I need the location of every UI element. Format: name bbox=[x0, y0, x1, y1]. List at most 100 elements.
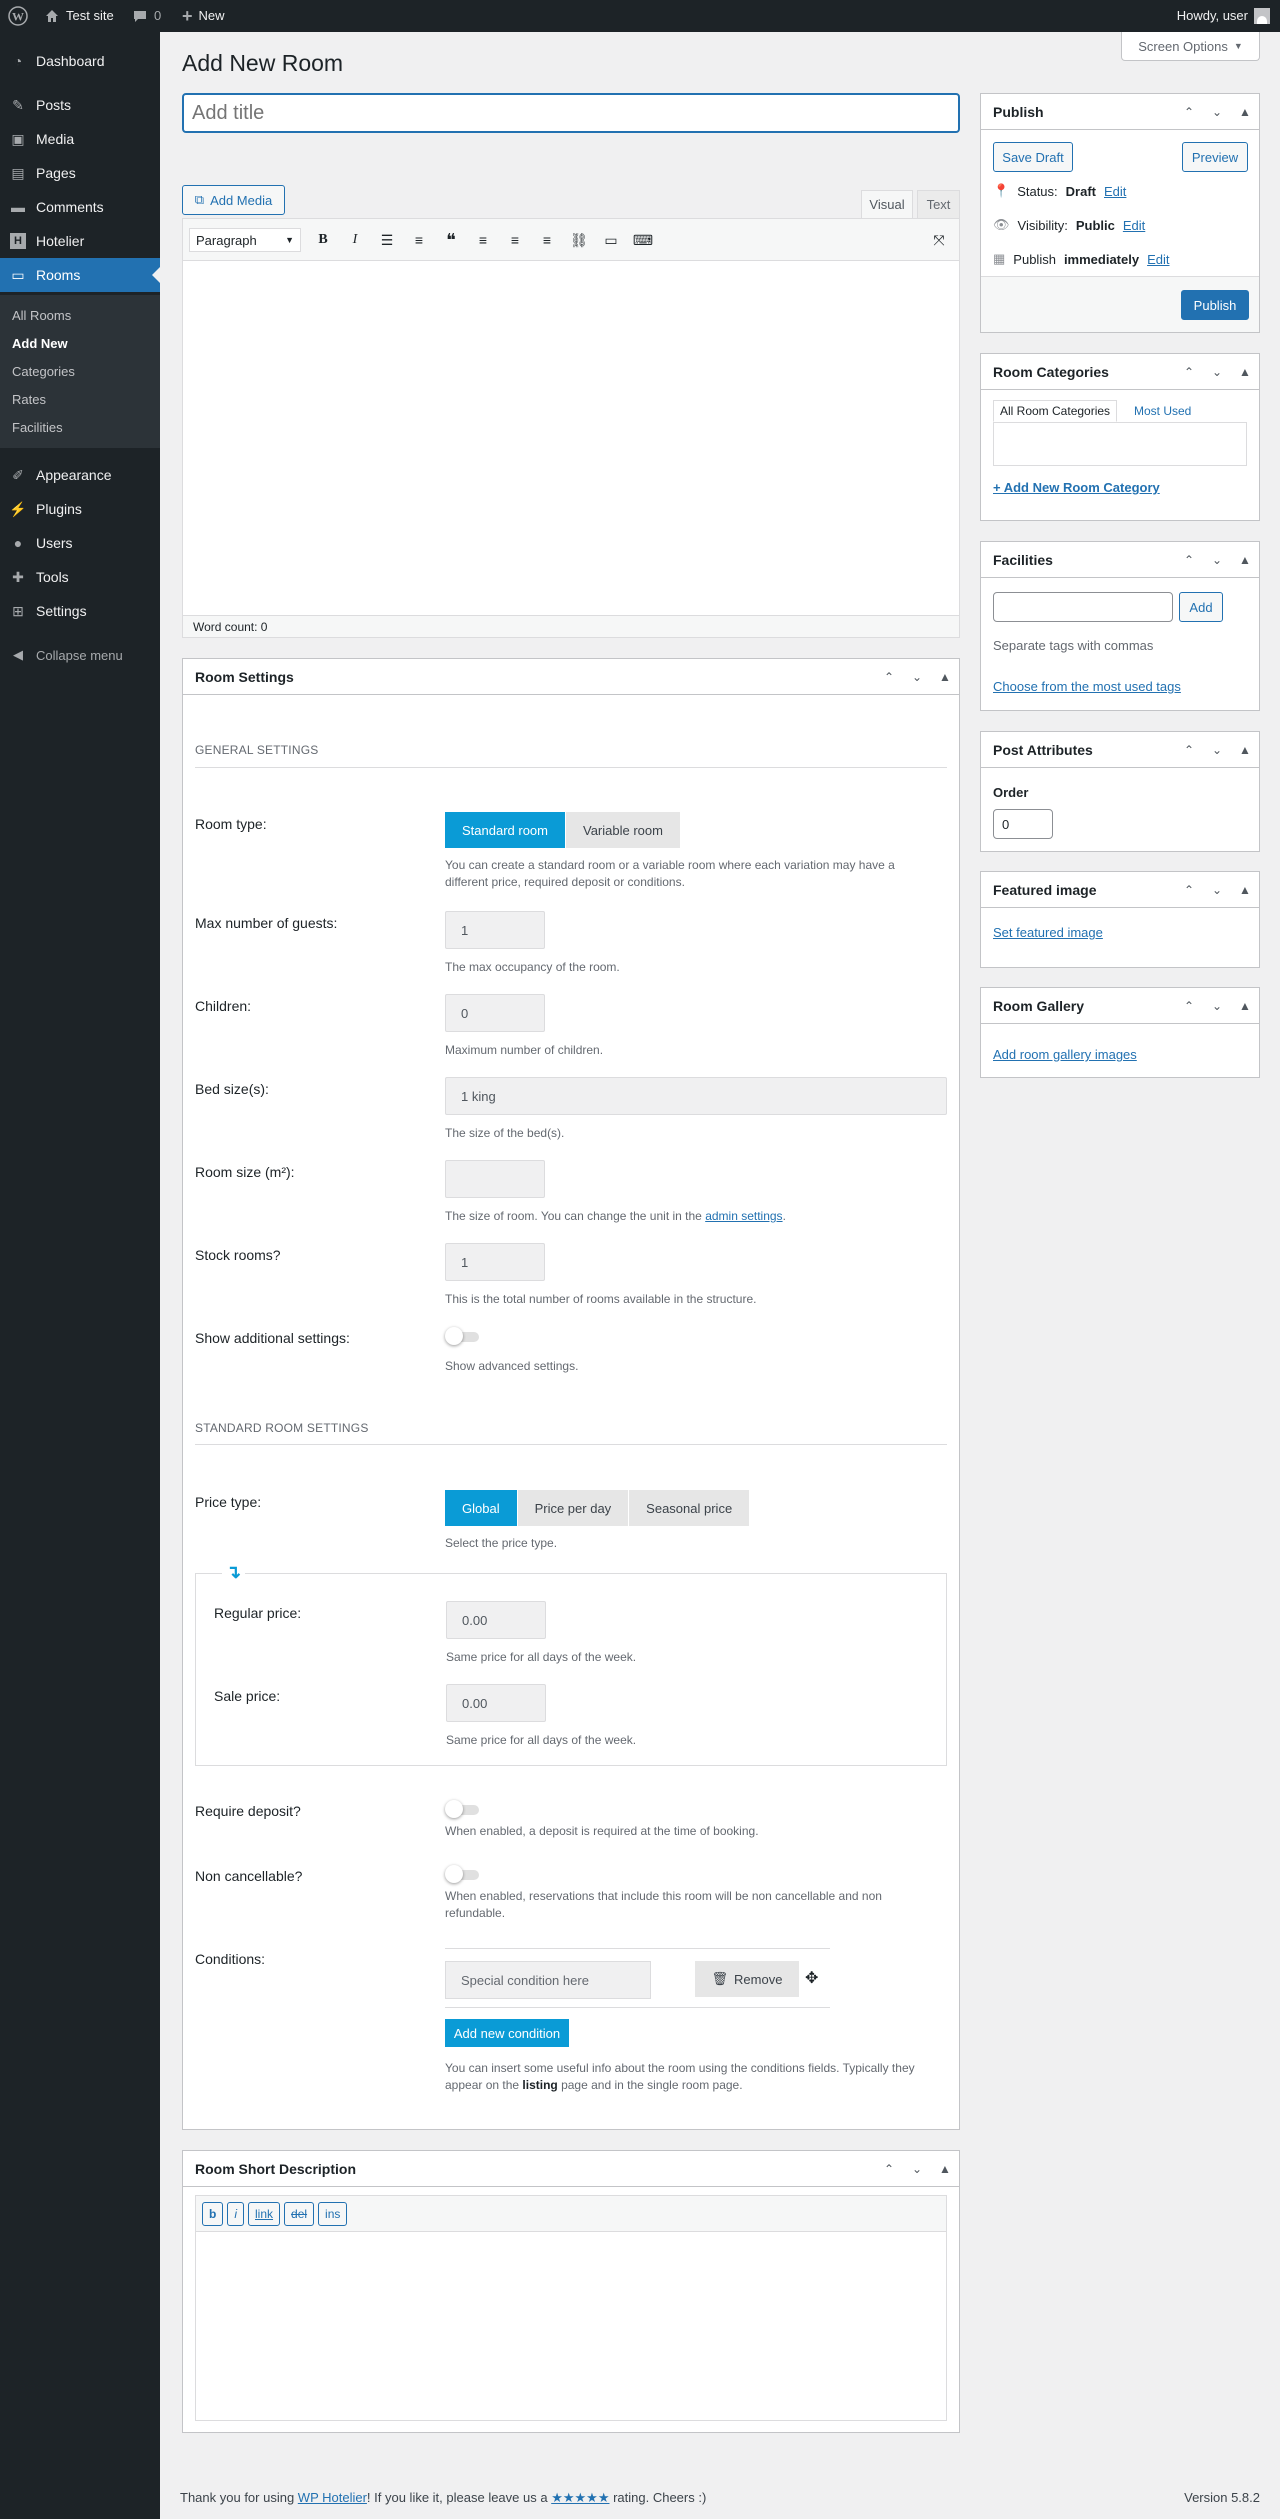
children-input[interactable]: 0 bbox=[445, 994, 545, 1032]
menu-appearance[interactable]: ✐ Appearance bbox=[0, 458, 160, 492]
chevron-up-icon[interactable]: ⌃ bbox=[1175, 542, 1203, 578]
site-name-link[interactable]: Test site bbox=[44, 0, 114, 32]
submenu-categories[interactable]: Categories bbox=[12, 364, 75, 379]
tab-text[interactable]: Text bbox=[917, 190, 960, 218]
non-cancellable-toggle[interactable] bbox=[445, 1865, 481, 1883]
tab-most-used[interactable]: Most Used bbox=[1134, 404, 1191, 418]
edit-status-link[interactable]: Edit bbox=[1104, 184, 1126, 199]
chevron-down-icon[interactable]: ⌄ bbox=[1203, 732, 1231, 768]
additional-settings-toggle[interactable] bbox=[445, 1327, 481, 1345]
align-center-icon[interactable]: ≡ bbox=[503, 228, 527, 252]
submenu-add-new[interactable]: Add New bbox=[12, 336, 68, 351]
chevron-up-icon[interactable]: ⌃ bbox=[1175, 872, 1203, 908]
menu-hotelier[interactable]: H Hotelier bbox=[0, 224, 160, 258]
admin-settings-link[interactable]: admin settings bbox=[705, 1209, 782, 1223]
bed-size-input[interactable]: 1 king bbox=[445, 1077, 947, 1115]
tab-visual[interactable]: Visual bbox=[861, 190, 913, 218]
menu-pages[interactable]: ▤ Pages bbox=[0, 156, 160, 190]
collapse-menu-button[interactable]: ◀ Collapse menu bbox=[0, 638, 160, 672]
add-media-button[interactable]: ⧉ Add Media bbox=[182, 185, 285, 215]
room-type-standard[interactable]: Standard room bbox=[445, 812, 565, 848]
publish-header[interactable]: Publish ⌃ ⌄ ▲ bbox=[981, 94, 1259, 130]
tab-all-categories[interactable]: All Room Categories bbox=[993, 400, 1118, 422]
choose-most-used-link[interactable]: Choose from the most used tags bbox=[993, 679, 1181, 694]
require-deposit-toggle[interactable] bbox=[445, 1800, 481, 1818]
publish-button[interactable]: Publish bbox=[1181, 290, 1249, 320]
numbered-list-icon[interactable]: ≡ bbox=[407, 228, 431, 252]
format-select[interactable]: Paragraph ▼ bbox=[189, 228, 301, 252]
qt-italic-button[interactable]: i bbox=[227, 2201, 245, 2226]
title-input[interactable] bbox=[182, 93, 960, 133]
menu-tools[interactable]: ✚ Tools bbox=[0, 560, 160, 594]
bold-icon[interactable]: B bbox=[311, 228, 335, 252]
wordpress-logo-icon[interactable]: W bbox=[8, 0, 28, 32]
add-new-condition-button[interactable]: Add new condition bbox=[445, 2019, 569, 2047]
edit-visibility-link[interactable]: Edit bbox=[1123, 218, 1145, 233]
wp-hotelier-link[interactable]: WP Hotelier bbox=[298, 2490, 367, 2505]
link-icon[interactable]: ⛓ bbox=[567, 228, 591, 252]
room-categories-header[interactable]: Room Categories ⌃ ⌄ ▲ bbox=[981, 354, 1259, 390]
bulleted-list-icon[interactable]: ☰ bbox=[375, 228, 399, 252]
add-new-category-link[interactable]: + Add New Room Category bbox=[993, 480, 1160, 495]
menu-posts[interactable]: ✎ Posts bbox=[0, 88, 160, 122]
featured-image-header[interactable]: Featured image ⌃ ⌄ ▲ bbox=[981, 872, 1259, 908]
max-guests-input[interactable]: 1 bbox=[445, 911, 545, 949]
editor-content-area[interactable] bbox=[183, 261, 959, 615]
remove-condition-button[interactable]: 🗑 Remove bbox=[695, 1961, 799, 1997]
chevron-down-icon[interactable]: ⌄ bbox=[1203, 94, 1231, 130]
chevron-up-icon[interactable]: ⌃ bbox=[1175, 988, 1203, 1024]
room-type-variable[interactable]: Variable room bbox=[566, 812, 680, 848]
align-right-icon[interactable]: ≡ bbox=[535, 228, 559, 252]
chevron-down-icon[interactable]: ⌄ bbox=[1203, 988, 1231, 1024]
toggle-arrow-icon[interactable]: ▲ bbox=[931, 659, 959, 695]
qt-link-button[interactable]: link bbox=[248, 2201, 281, 2226]
menu-settings[interactable]: ⊞ Settings bbox=[0, 594, 160, 628]
short-description-textarea[interactable] bbox=[196, 2232, 946, 2420]
chevron-up-icon[interactable]: ⌃ bbox=[875, 659, 903, 695]
toolbar-toggle-icon[interactable]: ⌨ bbox=[631, 228, 655, 252]
stock-rooms-input[interactable]: 1 bbox=[445, 1243, 545, 1281]
submenu-facilities[interactable]: Facilities bbox=[12, 420, 63, 435]
submenu-all-rooms[interactable]: All Rooms bbox=[12, 308, 71, 323]
comments-link[interactable]: 0 bbox=[132, 0, 161, 32]
qt-del-button[interactable]: del bbox=[284, 2201, 315, 2226]
save-draft-button[interactable]: Save Draft bbox=[993, 142, 1073, 172]
toggle-arrow-icon[interactable]: ▲ bbox=[1231, 732, 1259, 768]
menu-dashboard[interactable]: ◔ Dashboard bbox=[0, 44, 160, 78]
blockquote-icon[interactable]: ❝ bbox=[439, 228, 463, 252]
toggle-arrow-icon[interactable]: ▲ bbox=[1231, 354, 1259, 390]
categories-list[interactable] bbox=[993, 422, 1247, 466]
facilities-header[interactable]: Facilities ⌃ ⌄ ▲ bbox=[981, 542, 1259, 578]
edit-publish-time-link[interactable]: Edit bbox=[1147, 252, 1169, 267]
regular-price-input[interactable]: 0.00 bbox=[446, 1601, 546, 1639]
new-content-link[interactable]: + New bbox=[182, 0, 225, 32]
toggle-arrow-icon[interactable]: ▲ bbox=[931, 2151, 959, 2187]
toggle-arrow-icon[interactable]: ▲ bbox=[1231, 872, 1259, 908]
room-gallery-header[interactable]: Room Gallery ⌃ ⌄ ▲ bbox=[981, 988, 1259, 1024]
menu-users[interactable]: ● Users bbox=[0, 526, 160, 560]
qt-ins-button[interactable]: ins bbox=[318, 2201, 348, 2226]
preview-button[interactable]: Preview bbox=[1182, 142, 1248, 172]
add-gallery-images-link[interactable]: Add room gallery images bbox=[993, 1047, 1137, 1062]
my-account-link[interactable]: Howdy, user bbox=[1177, 0, 1270, 32]
toggle-arrow-icon[interactable]: ▲ bbox=[1231, 542, 1259, 578]
menu-comments[interactable]: ▬ Comments bbox=[0, 190, 160, 224]
chevron-up-icon[interactable]: ⌃ bbox=[1175, 94, 1203, 130]
chevron-up-icon[interactable]: ⌃ bbox=[875, 2151, 903, 2187]
price-type-per-day[interactable]: Price per day bbox=[517, 1490, 629, 1526]
price-type-seasonal[interactable]: Seasonal price bbox=[629, 1490, 750, 1526]
submenu-rates[interactable]: Rates bbox=[12, 392, 46, 407]
italic-icon[interactable]: I bbox=[343, 228, 367, 252]
room-size-input[interactable] bbox=[445, 1160, 545, 1198]
toggle-arrow-icon[interactable]: ▲ bbox=[1231, 94, 1259, 130]
chevron-up-icon[interactable]: ⌃ bbox=[1175, 732, 1203, 768]
chevron-down-icon[interactable]: ⌄ bbox=[903, 659, 931, 695]
chevron-down-icon[interactable]: ⌄ bbox=[903, 2151, 931, 2187]
rating-stars-link[interactable]: ★★★★★ bbox=[551, 2490, 609, 2505]
sale-price-input[interactable]: 0.00 bbox=[446, 1684, 546, 1722]
post-attributes-header[interactable]: Post Attributes ⌃ ⌄ ▲ bbox=[981, 732, 1259, 768]
menu-rooms[interactable]: ▭ Rooms bbox=[0, 258, 160, 292]
price-type-global[interactable]: Global bbox=[445, 1490, 517, 1526]
condition-input[interactable]: Special condition here bbox=[445, 1961, 651, 1999]
qt-bold-button[interactable]: b bbox=[202, 2201, 224, 2226]
